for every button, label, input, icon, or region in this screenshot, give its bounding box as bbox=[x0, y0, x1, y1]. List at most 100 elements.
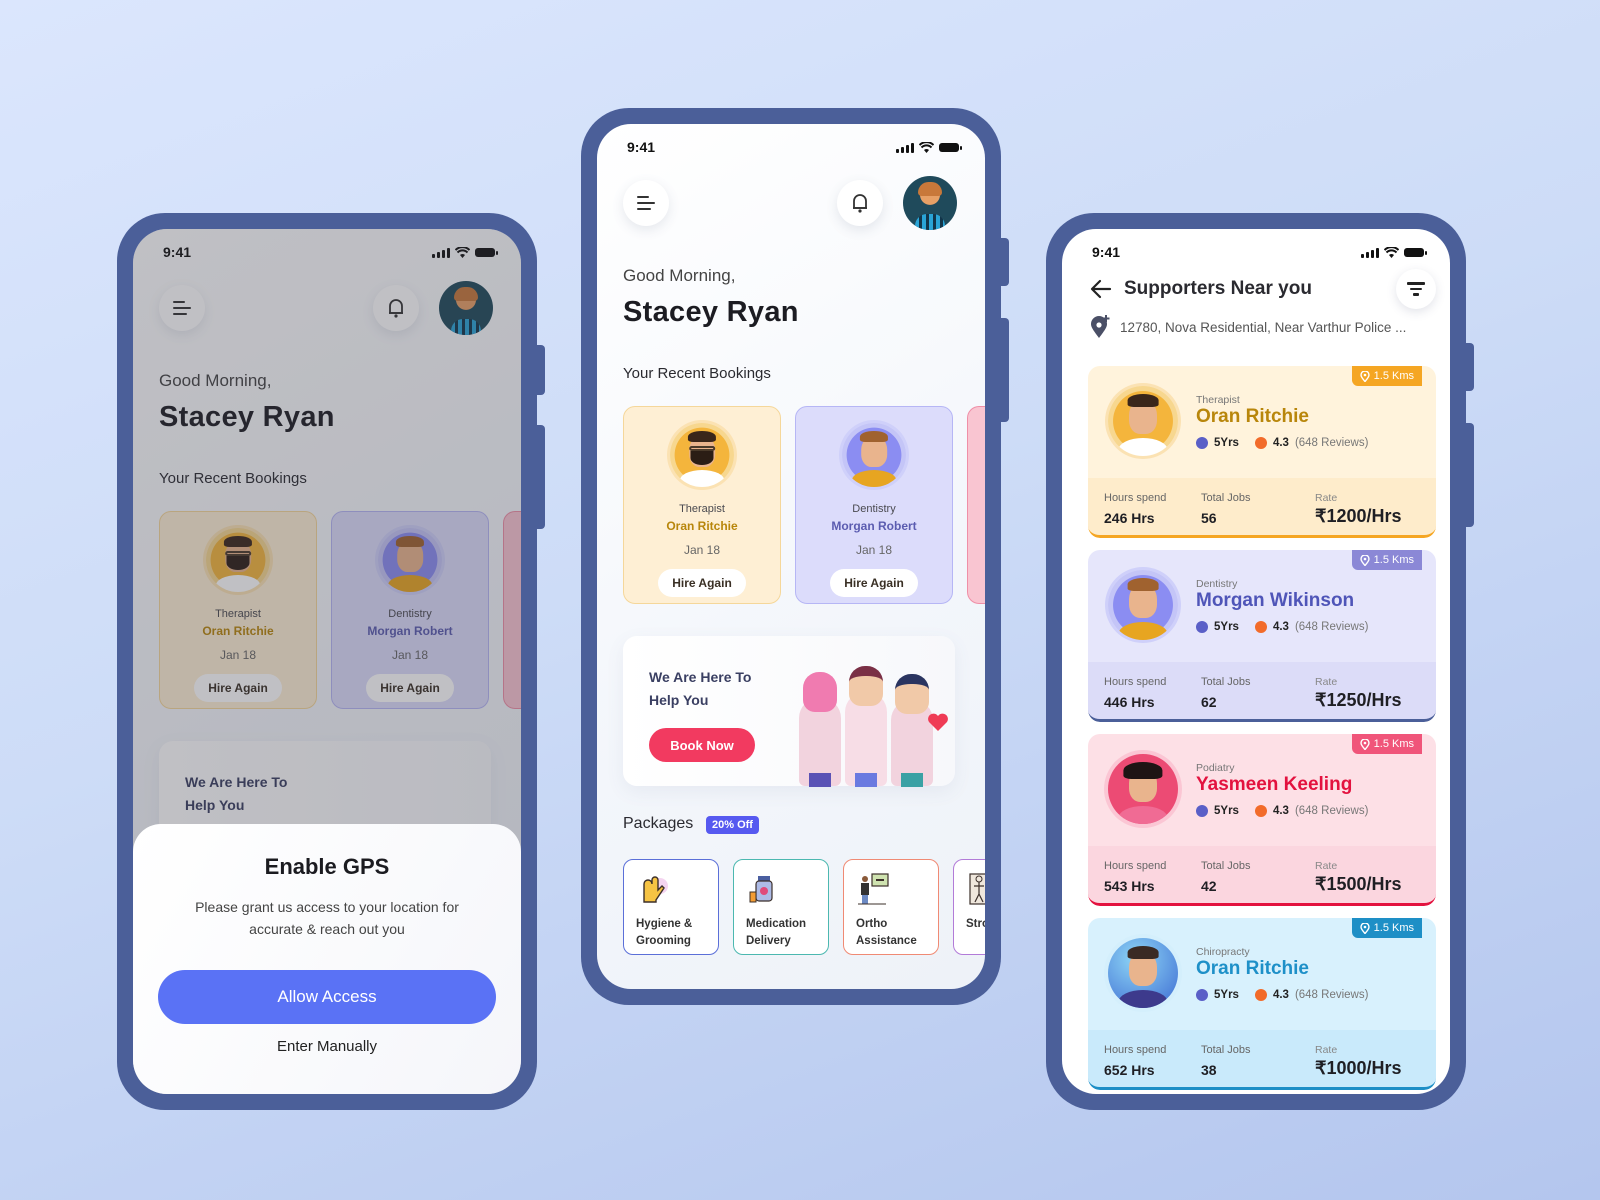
book-now-button[interactable]: Book Now bbox=[649, 728, 755, 762]
booking-card[interactable]: Dentistry Morgan Robert Jan 18 Hire Agai… bbox=[795, 406, 953, 604]
signal-icon bbox=[1361, 247, 1379, 258]
page-title: Supporters Near you bbox=[1124, 278, 1312, 299]
package-ortho-assistance[interactable]: Ortho Assistance bbox=[843, 859, 939, 955]
user-avatar[interactable] bbox=[903, 176, 957, 230]
phone-side-button bbox=[1001, 318, 1009, 422]
phone-side-button bbox=[537, 345, 545, 395]
gps-bottom-sheet: Enable GPS Please grant us access to you… bbox=[133, 824, 521, 1094]
booking-card[interactable]: Therapist Oran Ritchie Jan 18 Hire Again bbox=[623, 406, 781, 604]
package-medication-delivery[interactable]: Medication Delivery bbox=[733, 859, 829, 955]
supporter-name: Morgan Wikinson bbox=[1196, 590, 1355, 611]
medicine-bottle-icon bbox=[746, 872, 780, 906]
booking-name: Oran Ritchie bbox=[666, 519, 738, 533]
phone-side-button bbox=[1466, 423, 1474, 527]
supporter-name: Yasmeen Keeling bbox=[1196, 774, 1353, 795]
heart-rating-icon bbox=[1254, 989, 1267, 1001]
recent-bookings-title: Your Recent Bookings bbox=[623, 365, 771, 382]
hours-label: Hours spend bbox=[1104, 676, 1167, 688]
help-promo-card: We Are Here To Help You Book Now bbox=[623, 636, 955, 787]
signal-icon bbox=[896, 142, 914, 153]
package-label: Stroke Care bbox=[966, 918, 985, 930]
experience-text: 5Yrs bbox=[1214, 621, 1239, 633]
package-hygiene-grooming[interactable]: Hygiene & Grooming bbox=[623, 859, 719, 955]
rating-value: 4.3 bbox=[1272, 437, 1289, 449]
avatar bbox=[1108, 570, 1178, 640]
supporter-card[interactable]: 1.5 Kms Chiropracty Oran Ritchie 5Yrs 4.… bbox=[1088, 918, 1436, 1090]
notification-button[interactable] bbox=[837, 180, 883, 226]
heart-icon bbox=[928, 713, 948, 731]
jobs-label: Total Jobs bbox=[1201, 676, 1251, 688]
supporter-card[interactable]: 1.5 Kms Therapist Oran Ritchie 5Yrs 4.3 … bbox=[1088, 366, 1436, 538]
rate-label: Rate bbox=[1315, 1044, 1338, 1056]
jobs-value: 38 bbox=[1201, 1062, 1217, 1078]
distance-text: 1.5 Kms bbox=[1373, 922, 1414, 934]
phone-home: 9:41 Good Morning, Stacey Ryan Your Rece… bbox=[581, 108, 1009, 1005]
rate-label: Rate bbox=[1315, 492, 1338, 504]
jobs-value: 42 bbox=[1201, 878, 1217, 894]
location-row[interactable]: 12780, Nova Residential, Near Varthur Po… bbox=[1090, 315, 1406, 339]
rate-value: ₹1200/Hrs bbox=[1315, 506, 1402, 526]
distance-text: 1.5 Kms bbox=[1373, 554, 1414, 566]
rate-value: ₹1500/Hrs bbox=[1315, 874, 1402, 894]
avatar bbox=[842, 423, 906, 487]
booking-card-partial[interactable] bbox=[967, 406, 985, 604]
supporters-list: 1.5 Kms Therapist Oran Ritchie 5Yrs 4.3 … bbox=[1088, 366, 1436, 1090]
jobs-label: Total Jobs bbox=[1201, 492, 1251, 504]
greeting: Good Morning, bbox=[623, 266, 736, 285]
location-pin-icon bbox=[1359, 922, 1370, 934]
rate-label: Rate bbox=[1315, 676, 1338, 688]
distance-badge: 1.5 Kms bbox=[1351, 550, 1422, 570]
experience-text: 5Yrs bbox=[1214, 805, 1239, 817]
booking-name: Morgan Robert bbox=[831, 519, 917, 533]
hours-value: 543 Hrs bbox=[1104, 878, 1155, 894]
promo-title: We Are Here To Help You bbox=[649, 669, 752, 708]
supporter-role: Dentistry bbox=[1196, 578, 1238, 590]
package-label: Hygiene & Grooming bbox=[636, 918, 693, 947]
wifi-icon bbox=[919, 141, 934, 153]
hire-again-button[interactable]: Hire Again bbox=[830, 569, 918, 597]
supporter-card[interactable]: 1.5 Kms Dentistry Morgan Wikinson 5Yrs 4… bbox=[1088, 550, 1436, 722]
location-pin-icon bbox=[1359, 554, 1370, 566]
hours-value: 446 Hrs bbox=[1104, 694, 1155, 710]
review-count: (648 Reviews) bbox=[1294, 621, 1369, 633]
screen: 9:41 Supporters Near you 12780, Nova Res… bbox=[1062, 229, 1450, 1094]
location-pin-icon bbox=[1359, 738, 1370, 750]
recent-bookings-list: Therapist Oran Ritchie Jan 18 Hire Again… bbox=[623, 406, 985, 604]
review-count: (648 Reviews) bbox=[1294, 805, 1369, 817]
jobs-label: Total Jobs bbox=[1201, 860, 1251, 872]
jobs-label: Total Jobs bbox=[1201, 1044, 1251, 1056]
distance-badge: 1.5 Kms bbox=[1351, 366, 1422, 386]
stethoscope-icon bbox=[1196, 989, 1208, 1001]
filter-icon bbox=[1407, 282, 1425, 285]
stethoscope-icon bbox=[1196, 805, 1208, 817]
menu-icon bbox=[637, 196, 655, 210]
menu-button[interactable] bbox=[623, 180, 669, 226]
booking-date: Jan 18 bbox=[683, 543, 721, 557]
address-text: 12780, Nova Residential, Near Varthur Po… bbox=[1120, 319, 1407, 335]
user-name: Stacey Ryan bbox=[623, 296, 799, 328]
glove-icon bbox=[636, 872, 670, 906]
review-count: (648 Reviews) bbox=[1294, 989, 1369, 1001]
distance-text: 1.5 Kms bbox=[1373, 738, 1414, 750]
rate-label: Rate bbox=[1315, 860, 1338, 872]
supporter-role: Therapist bbox=[1196, 394, 1240, 406]
filter-button[interactable] bbox=[1396, 269, 1436, 309]
experience-text: 5Yrs bbox=[1214, 989, 1239, 1001]
phone-gps-prompt: 9:41 Good Morning, Stacey Ryan Your Rece… bbox=[117, 213, 545, 1110]
supporter-card[interactable]: 1.5 Kms Podiatry Yasmeen Keeling 5Yrs 4.… bbox=[1088, 734, 1436, 906]
enter-manually-button[interactable]: Enter Manually bbox=[277, 1038, 377, 1055]
hours-value: 652 Hrs bbox=[1104, 1062, 1155, 1078]
package-stroke-care[interactable]: Stroke Care bbox=[953, 859, 985, 955]
location-pin-add-icon bbox=[1091, 315, 1110, 338]
supporter-name: Oran Ritchie bbox=[1196, 406, 1309, 427]
hours-label: Hours spend bbox=[1104, 492, 1167, 504]
hours-value: 246 Hrs bbox=[1104, 510, 1155, 526]
back-arrow-icon[interactable] bbox=[1090, 279, 1112, 299]
allow-access-button[interactable]: Allow Access bbox=[158, 970, 496, 1024]
supporter-name: Oran Ritchie bbox=[1196, 958, 1309, 979]
rate-value: ₹1000/Hrs bbox=[1315, 1058, 1402, 1078]
heart-rating-icon bbox=[1254, 437, 1267, 449]
hire-again-button[interactable]: Hire Again bbox=[658, 569, 746, 597]
doctors-illustration bbox=[789, 666, 949, 787]
rating-value: 4.3 bbox=[1272, 989, 1289, 1001]
